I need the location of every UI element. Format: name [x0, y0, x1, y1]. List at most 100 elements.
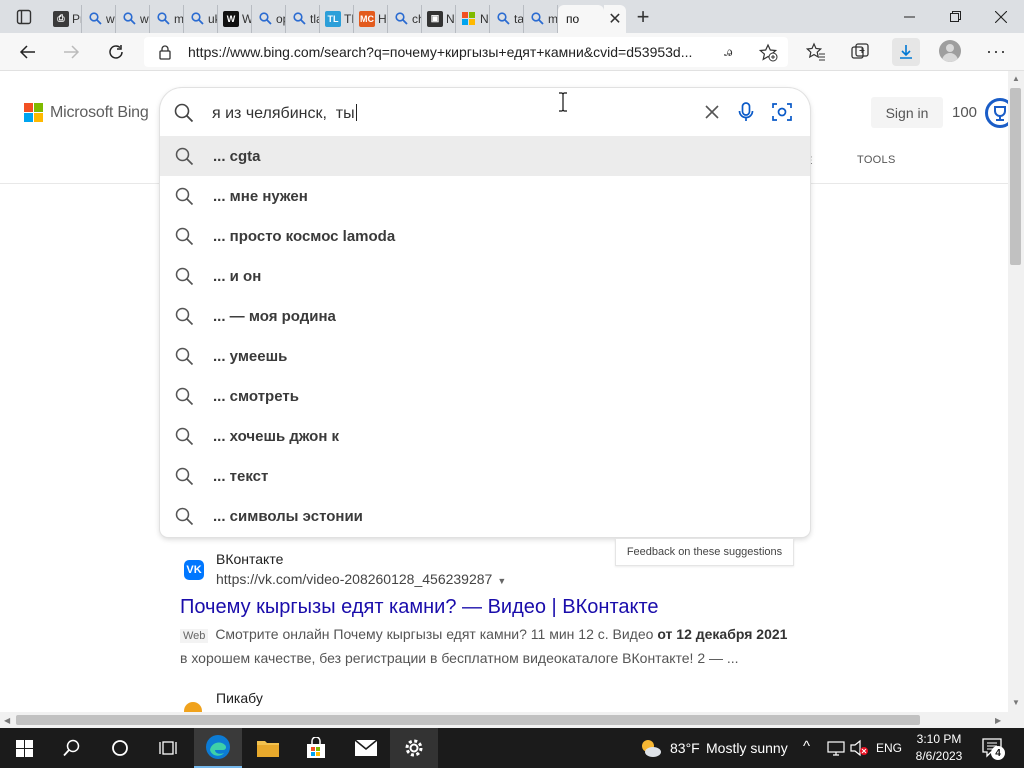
microsoft-icon: [461, 11, 477, 27]
suggestion-item[interactable]: ... мне нужен: [160, 176, 810, 216]
search-input-row[interactable]: я из челябинск, ты: [160, 88, 810, 136]
tab[interactable]: op: [252, 4, 286, 33]
url-field[interactable]: https://www.bing.com/search?q=почему+кир…: [144, 37, 788, 67]
suggestion-item[interactable]: ... символы эстонии: [160, 496, 810, 536]
tab[interactable]: uk: [184, 4, 218, 33]
scroll-right-icon[interactable]: ▶: [995, 716, 1001, 725]
notifications-button[interactable]: 4: [982, 738, 1005, 763]
lock-icon: [159, 45, 171, 60]
vertical-scroll-thumb[interactable]: [1010, 88, 1021, 265]
next-result-site-name: Пикабу: [216, 690, 263, 706]
favorite-star-icon[interactable]: [758, 43, 778, 63]
tab[interactable]: TLTL: [320, 4, 354, 33]
translate-icon[interactable]: ꭿ: [724, 43, 732, 60]
start-button[interactable]: [0, 728, 48, 768]
search-icon[interactable]: [174, 103, 194, 123]
tab[interactable]: ⎙Pr: [48, 4, 82, 33]
vk-favicon: VK: [184, 560, 204, 580]
search-icon: [529, 11, 545, 27]
tab[interactable]: wi: [116, 4, 150, 33]
tab-active[interactable]: по: [558, 4, 604, 33]
profile-avatar[interactable]: [939, 40, 961, 62]
tab[interactable]: ch: [388, 4, 422, 33]
weather-temp[interactable]: 83°F: [670, 740, 700, 756]
forward-button[interactable]: [56, 37, 86, 67]
tab-title: tla: [310, 11, 319, 26]
file-explorer-button[interactable]: [244, 728, 292, 768]
tab-title: по: [566, 11, 580, 26]
clock[interactable]: 3:10 PM 8/6/2023: [912, 731, 966, 765]
edge-taskbar-button[interactable]: [194, 728, 242, 768]
search-icon: [291, 11, 307, 27]
search-icon: [63, 739, 80, 757]
cortana-button[interactable]: [96, 728, 144, 768]
scrollbar-corner: [1008, 712, 1024, 728]
tab-list: ⎙PrwiwimukWWoptlaTLTLMCHoch▣N(N(tam: [48, 1, 558, 33]
tab[interactable]: tla: [286, 4, 320, 33]
chevron-down-icon[interactable]: ▼: [497, 576, 506, 586]
tools-tab[interactable]: TOOLS: [857, 154, 896, 166]
network-icon[interactable]: [827, 740, 845, 756]
cortana-icon: [112, 740, 128, 756]
suggestion-item[interactable]: ... хочешь джон к: [160, 416, 810, 456]
suggestion-item[interactable]: ... и он: [160, 256, 810, 296]
back-button[interactable]: [13, 37, 43, 67]
chevron-up-icon[interactable]: ^: [803, 738, 810, 755]
result-url[interactable]: https://vk.com/video-208260128_456239287…: [216, 571, 506, 587]
suggestion-item[interactable]: ... умеешь: [160, 336, 810, 376]
suggestion-item[interactable]: ... текст: [160, 456, 810, 496]
task-view-button[interactable]: [144, 728, 192, 768]
search-taskbar-button[interactable]: [48, 728, 96, 768]
mail-button[interactable]: [342, 728, 390, 768]
minimize-button[interactable]: [886, 0, 932, 33]
scroll-up-icon[interactable]: ▲: [1012, 74, 1020, 83]
close-tab-button[interactable]: ✕: [604, 4, 626, 33]
sign-in-button[interactable]: Sign in: [871, 97, 943, 128]
language-indicator[interactable]: ENG: [876, 741, 902, 755]
tab[interactable]: N(: [456, 4, 490, 33]
restore-button[interactable]: [932, 0, 978, 33]
notification-count: 4: [991, 746, 1005, 760]
horizontal-scroll-thumb[interactable]: [16, 715, 920, 725]
tab[interactable]: m: [524, 4, 558, 33]
search-icon: [175, 307, 194, 326]
suggestion-item[interactable]: ... cgta: [160, 136, 810, 176]
favorites-icon[interactable]: [806, 42, 826, 62]
suggestion-item[interactable]: ... просто космос lamoda: [160, 216, 810, 256]
rewards-count[interactable]: 100: [952, 104, 977, 121]
task-view-icon: [159, 741, 177, 755]
volume-muted-icon[interactable]: [849, 739, 869, 757]
result-title-link[interactable]: Почему кыргызы едят камни? — Видео | ВКо…: [180, 596, 659, 619]
bing-logo[interactable]: Microsoft Bing: [24, 103, 149, 123]
tab[interactable]: WW: [218, 4, 252, 33]
tab[interactable]: m: [150, 4, 184, 33]
settings-taskbar-button[interactable]: [390, 728, 438, 768]
collections-icon[interactable]: [850, 42, 870, 62]
tab[interactable]: ▣N(: [422, 4, 456, 33]
new-tab-button[interactable]: +: [626, 0, 660, 33]
clear-icon[interactable]: [705, 105, 719, 119]
store-button[interactable]: [292, 728, 340, 768]
suggestion-item[interactable]: ... — моя родина: [160, 296, 810, 336]
scroll-down-icon[interactable]: ▼: [1012, 698, 1020, 707]
weather-description[interactable]: Mostly sunny: [706, 740, 788, 756]
tab[interactable]: ta: [490, 4, 524, 33]
scroll-left-icon[interactable]: ◀: [4, 716, 10, 725]
tab[interactable]: wi: [82, 4, 116, 33]
suggestion-item[interactable]: ... смотреть: [160, 376, 810, 416]
logo-text: Microsoft Bing: [50, 104, 149, 121]
downloads-button[interactable]: [892, 38, 920, 66]
feedback-link[interactable]: Feedback on these suggestions: [615, 538, 794, 566]
tab-actions-button[interactable]: [0, 0, 48, 33]
weather-icon[interactable]: [640, 738, 662, 758]
close-window-button[interactable]: [978, 0, 1024, 33]
tab[interactable]: MCHo: [354, 4, 388, 33]
visual-search-icon[interactable]: [772, 102, 792, 122]
tab-title: uk: [208, 11, 217, 26]
minimize-icon: [903, 16, 915, 18]
search-input[interactable]: я из челябинск, ты: [212, 104, 357, 123]
gear-icon: [405, 739, 423, 757]
microphone-icon[interactable]: [738, 102, 754, 122]
refresh-button[interactable]: [101, 37, 131, 67]
more-menu-icon[interactable]: ···: [986, 41, 1007, 62]
